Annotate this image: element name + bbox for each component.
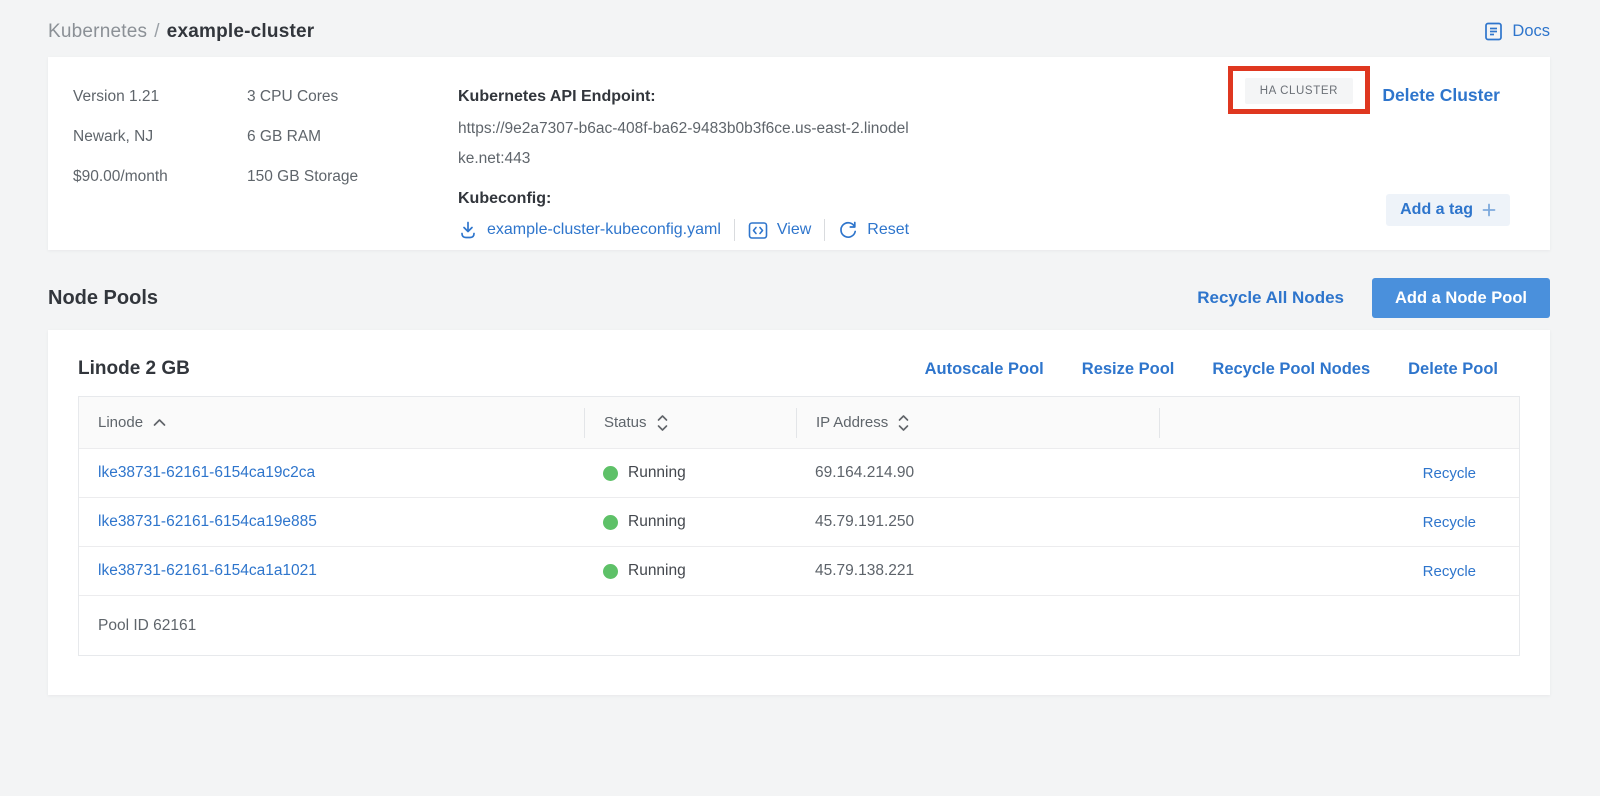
- column-header-status[interactable]: Status: [584, 408, 796, 438]
- status-label: Running: [628, 513, 686, 531]
- reset-label: Reset: [867, 221, 909, 239]
- status-cell: Running: [584, 562, 796, 580]
- add-tag-button[interactable]: Add a tag: [1386, 194, 1510, 226]
- node-table: Linode Status IP Address: [78, 396, 1520, 656]
- code-icon: [748, 221, 768, 240]
- node-pool-panel: Linode 2 GB Autoscale Pool Resize Pool R…: [48, 330, 1550, 695]
- spec-column-2: 3 CPU Cores 6 GB RAM 150 GB Storage: [247, 83, 458, 224]
- column-label: IP Address: [816, 414, 888, 431]
- node-pools-actions: Recycle All Nodes Add a Node Pool: [1197, 278, 1550, 318]
- recycle-node-button[interactable]: Recycle: [1159, 465, 1519, 482]
- ip-address: 69.164.214.90: [796, 464, 1159, 482]
- recycle-node-button[interactable]: Recycle: [1159, 514, 1519, 531]
- spec-region: Newark, NJ: [73, 123, 247, 163]
- spec-ram: 6 GB RAM: [247, 123, 458, 163]
- sort-icon: [897, 414, 910, 432]
- kubeconfig-actions: example-cluster-kubeconfig.yaml View: [458, 219, 918, 241]
- status-running-dot: [603, 515, 618, 530]
- resize-pool-button[interactable]: Resize Pool: [1082, 360, 1175, 379]
- recycle-pool-nodes-button[interactable]: Recycle Pool Nodes: [1212, 360, 1370, 379]
- spec-column-1: Version 1.21 Newark, NJ $90.00/month: [73, 83, 247, 224]
- column-header-linode[interactable]: Linode: [79, 408, 584, 438]
- column-label: Status: [604, 414, 647, 431]
- status-cell: Running: [584, 513, 796, 531]
- delete-pool-button[interactable]: Delete Pool: [1408, 360, 1498, 379]
- divider: [824, 219, 825, 241]
- pool-id-footer: Pool ID 62161: [79, 595, 1519, 655]
- spec-cpu: 3 CPU Cores: [247, 83, 458, 123]
- pool-action-links: Autoscale Pool Resize Pool Recycle Pool …: [925, 360, 1498, 379]
- endpoint-column: Kubernetes API Endpoint: https://9e2a730…: [458, 83, 918, 224]
- spec-version: Version 1.21: [73, 83, 247, 123]
- status-label: Running: [628, 562, 686, 580]
- column-header-actions: [1159, 408, 1519, 438]
- kubeconfig-label: Kubeconfig:: [458, 185, 918, 210]
- add-tag-label: Add a tag: [1400, 201, 1473, 219]
- spec-price: $90.00/month: [73, 163, 247, 203]
- ha-cluster-highlight-box: HA CLUSTER: [1228, 66, 1370, 114]
- linode-link[interactable]: lke38731-62161-6154ca19e885: [79, 513, 584, 531]
- pool-name: Linode 2 GB: [78, 358, 190, 380]
- autoscale-pool-button[interactable]: Autoscale Pool: [925, 360, 1044, 379]
- main-content: Kubernetes / example-cluster Docs Version …: [48, 0, 1550, 695]
- docs-label: Docs: [1512, 22, 1550, 41]
- status-running-dot: [603, 466, 618, 481]
- ip-address: 45.79.138.221: [796, 562, 1159, 580]
- plus-icon: [1482, 203, 1496, 217]
- top-bar: Kubernetes / example-cluster Docs: [48, 0, 1550, 57]
- column-header-ip[interactable]: IP Address: [796, 408, 1159, 438]
- table-header-row: Linode Status IP Address: [79, 397, 1519, 448]
- node-pools-title: Node Pools: [48, 287, 158, 310]
- add-node-pool-button[interactable]: Add a Node Pool: [1372, 278, 1550, 318]
- table-row: lke38731-62161-6154ca1a1021 Running 45.7…: [79, 546, 1519, 595]
- recycle-all-nodes-button[interactable]: Recycle All Nodes: [1197, 288, 1344, 308]
- docs-link[interactable]: Docs: [1483, 21, 1550, 42]
- delete-cluster-button[interactable]: Delete Cluster: [1382, 85, 1500, 106]
- ip-address: 45.79.191.250: [796, 513, 1159, 531]
- table-row: lke38731-62161-6154ca19c2ca Running 69.1…: [79, 448, 1519, 497]
- breadcrumb-separator: /: [154, 21, 159, 42]
- column-label: Linode: [98, 414, 143, 431]
- api-endpoint-url: https://9e2a7307-b6ac-408f-ba62-9483b0b3…: [458, 114, 910, 174]
- pool-header: Linode 2 GB Autoscale Pool Resize Pool R…: [78, 358, 1520, 380]
- linode-link[interactable]: lke38731-62161-6154ca1a1021: [79, 562, 584, 580]
- breadcrumb-section-link[interactable]: Kubernetes: [48, 21, 147, 42]
- download-icon: [458, 220, 478, 240]
- kubeconfig-reset-button[interactable]: Reset: [838, 220, 909, 240]
- recycle-node-button[interactable]: Recycle: [1159, 563, 1519, 580]
- status-label: Running: [628, 464, 686, 482]
- cluster-summary-panel: Version 1.21 Newark, NJ $90.00/month 3 C…: [48, 57, 1550, 250]
- breadcrumb-cluster-name: example-cluster: [167, 21, 315, 42]
- view-label: View: [777, 221, 811, 239]
- api-endpoint-label: Kubernetes API Endpoint:: [458, 83, 918, 108]
- status-running-dot: [603, 564, 618, 579]
- ha-cluster-badge: HA CLUSTER: [1245, 78, 1353, 104]
- sort-icon: [656, 414, 669, 432]
- reset-icon: [838, 220, 858, 240]
- linode-link[interactable]: lke38731-62161-6154ca19c2ca: [79, 464, 584, 482]
- kubeconfig-file-name: example-cluster-kubeconfig.yaml: [487, 221, 721, 239]
- kubeconfig-view-button[interactable]: View: [748, 221, 811, 240]
- node-pools-header: Node Pools Recycle All Nodes Add a Node …: [48, 278, 1550, 318]
- spec-storage: 150 GB Storage: [247, 163, 458, 203]
- divider: [734, 219, 735, 241]
- docs-icon: [1483, 21, 1504, 42]
- breadcrumb: Kubernetes / example-cluster: [48, 21, 314, 43]
- sort-asc-icon: [152, 418, 167, 427]
- kubeconfig-download-link[interactable]: example-cluster-kubeconfig.yaml: [458, 220, 721, 240]
- status-cell: Running: [584, 464, 796, 482]
- table-row: lke38731-62161-6154ca19e885 Running 45.7…: [79, 497, 1519, 546]
